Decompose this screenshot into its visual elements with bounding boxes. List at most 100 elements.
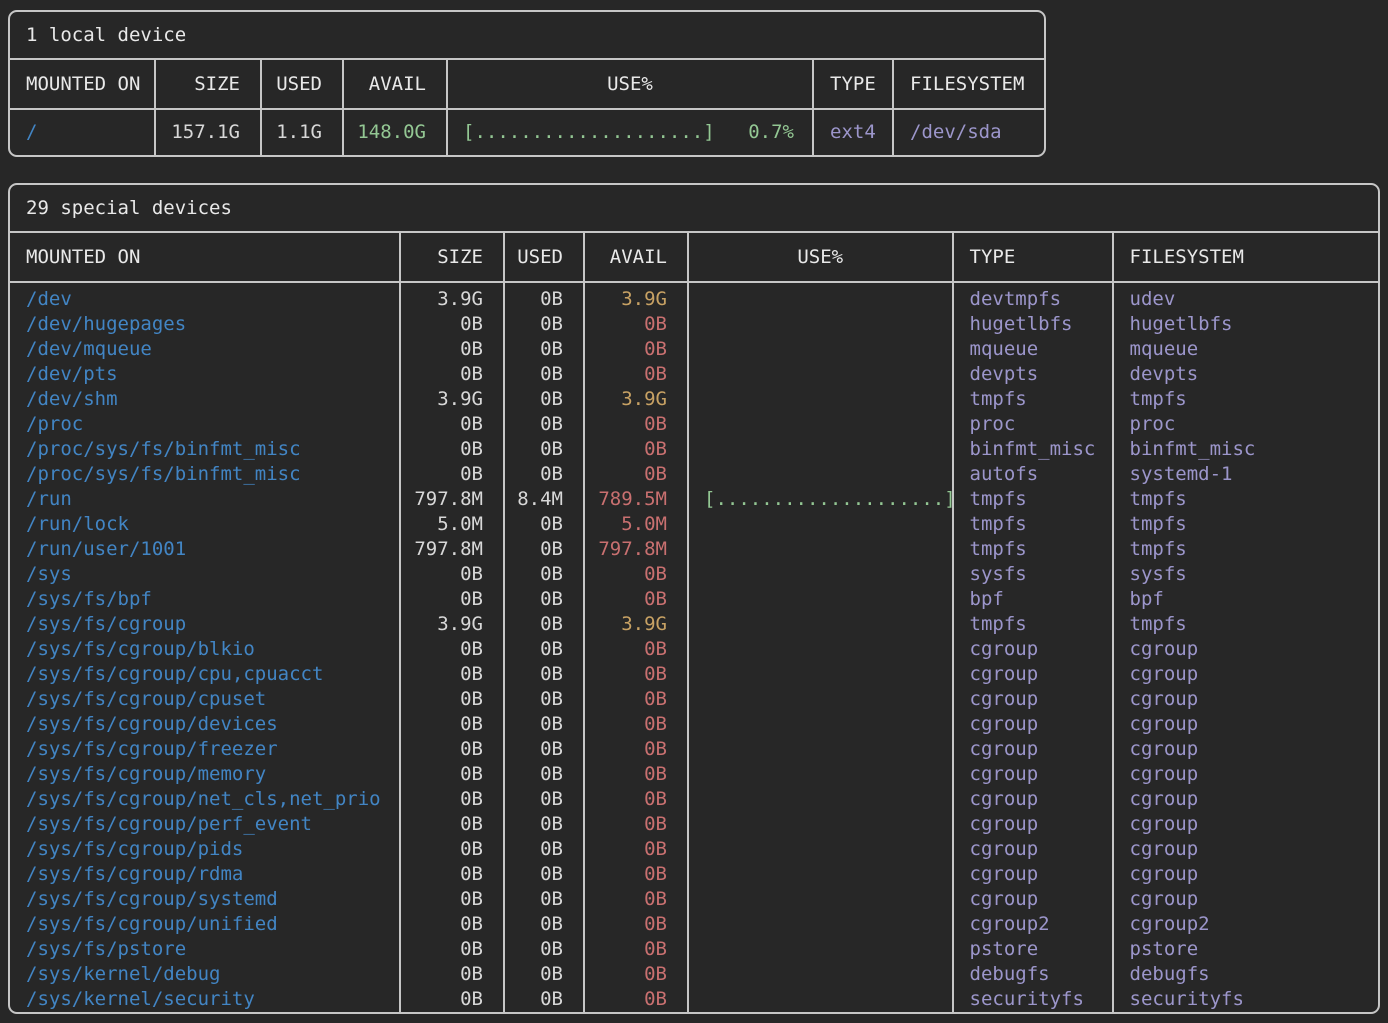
usage-cell (689, 837, 954, 862)
mount-cell: /sys (10, 562, 401, 587)
type-cell: tmpfs (954, 487, 1114, 512)
type-cell: cgroup (954, 762, 1114, 787)
usage-cell (689, 737, 954, 762)
local-devices-panel: 1 local device MOUNTED ONSIZEUSEDAVAILUS… (8, 10, 1046, 157)
mount-cell: /proc/sys/fs/binfmt_misc (10, 462, 401, 487)
mount-cell: /sys/fs/cgroup/pids (10, 837, 401, 862)
mount-cell: /dev/pts (10, 362, 401, 387)
size-cell: 0B (401, 462, 505, 487)
type-cell: tmpfs (954, 612, 1114, 637)
type-cell: hugetlbfs (954, 312, 1114, 337)
avail-cell: 0B (585, 787, 689, 812)
size-cell: 0B (401, 637, 505, 662)
avail-cell: 0B (585, 912, 689, 937)
size-cell: 0B (401, 812, 505, 837)
usage-cell (689, 937, 954, 962)
filesystem-cell: tmpfs (1114, 512, 1379, 537)
type-cell: pstore (954, 937, 1114, 962)
avail-cell: 0B (585, 637, 689, 662)
usage-bar: [....................] (463, 110, 715, 155)
type-cell: debugfs (954, 962, 1114, 987)
type-cell: ext4 (814, 110, 894, 155)
size-cell: 0B (401, 587, 505, 612)
type-cell: devtmpfs (954, 283, 1114, 312)
type-cell: cgroup (954, 837, 1114, 862)
avail-cell: 3.9G (585, 387, 689, 412)
avail-column-header: AVAIL (344, 60, 448, 110)
mount-cell: /sys/fs/cgroup/memory (10, 762, 401, 787)
usage-cell (689, 387, 954, 412)
usage-cell (689, 912, 954, 937)
filesystem-cell: cgroup (1114, 662, 1379, 687)
special-devices-table: MOUNTED ONSIZEUSEDAVAILUSE%TYPEFILESYSTE… (10, 233, 1378, 1012)
filesystem-cell: cgroup (1114, 837, 1379, 862)
used-cell: 0B (505, 537, 585, 562)
usage-cell (689, 587, 954, 612)
usage-cell (689, 637, 954, 662)
mount-cell: / (10, 110, 156, 155)
used-cell: 0B (505, 887, 585, 912)
filesystem-cell: cgroup (1114, 712, 1379, 737)
used-cell: 0B (505, 462, 585, 487)
use-percent-column-header: USE% (448, 60, 814, 110)
avail-cell: 0B (585, 587, 689, 612)
used-cell: 0B (505, 437, 585, 462)
usage-cell (689, 337, 954, 362)
used-column-header: USED (262, 60, 344, 110)
used-cell: 0B (505, 712, 585, 737)
used-cell: 0B (505, 587, 585, 612)
usage-cell (689, 887, 954, 912)
type-cell: tmpfs (954, 537, 1114, 562)
type-cell: cgroup (954, 887, 1114, 912)
used-cell: 0B (505, 412, 585, 437)
used-cell: 0B (505, 962, 585, 987)
avail-cell: 148.0G (344, 110, 448, 155)
filesystem-cell: cgroup (1114, 687, 1379, 712)
filesystem-cell: pstore (1114, 937, 1379, 962)
size-cell: 797.8M (401, 487, 505, 512)
mount-cell: /sys/kernel/security (10, 987, 401, 1012)
mount-cell: /dev/shm (10, 387, 401, 412)
type-cell: cgroup (954, 812, 1114, 837)
avail-cell: 789.5M (585, 487, 689, 512)
used-cell: 0B (505, 812, 585, 837)
used-cell: 0B (505, 337, 585, 362)
avail-cell: 0B (585, 337, 689, 362)
avail-cell: 0B (585, 937, 689, 962)
size-cell: 0B (401, 787, 505, 812)
used-cell: 0B (505, 787, 585, 812)
usage-cell (689, 762, 954, 787)
size-cell: 0B (401, 562, 505, 587)
used-cell: 0B (505, 987, 585, 1012)
filesystem-cell: udev (1114, 283, 1379, 312)
size-cell: 0B (401, 737, 505, 762)
size-cell: 797.8M (401, 537, 505, 562)
used-cell: 0B (505, 312, 585, 337)
type-cell: proc (954, 412, 1114, 437)
type-cell: cgroup (954, 687, 1114, 712)
size-cell: 0B (401, 837, 505, 862)
mount-cell: /sys/fs/cgroup/freezer (10, 737, 401, 762)
size-cell: 157.1G (156, 110, 262, 155)
avail-cell: 0B (585, 437, 689, 462)
usage-cell (689, 787, 954, 812)
mount-cell: /run/lock (10, 512, 401, 537)
used-column-header: USED (505, 233, 585, 283)
used-cell: 0B (505, 762, 585, 787)
type-cell: binfmt_misc (954, 437, 1114, 462)
usage-cell (689, 562, 954, 587)
filesystem-cell: cgroup (1114, 737, 1379, 762)
mount-cell: /dev/mqueue (10, 337, 401, 362)
avail-cell: 0B (585, 862, 689, 887)
size-cell: 0B (401, 362, 505, 387)
usage-cell (689, 462, 954, 487)
avail-cell: 0B (585, 412, 689, 437)
usage-cell (689, 412, 954, 437)
usage-cell (689, 437, 954, 462)
filesystem-cell: /dev/sda (894, 110, 1044, 155)
size-column-header: SIZE (401, 233, 505, 283)
usage-cell (689, 962, 954, 987)
used-cell: 0B (505, 737, 585, 762)
used-cell: 0B (505, 512, 585, 537)
local-devices-table: MOUNTED ONSIZEUSEDAVAILUSE%TYPEFILESYSTE… (10, 60, 1044, 155)
